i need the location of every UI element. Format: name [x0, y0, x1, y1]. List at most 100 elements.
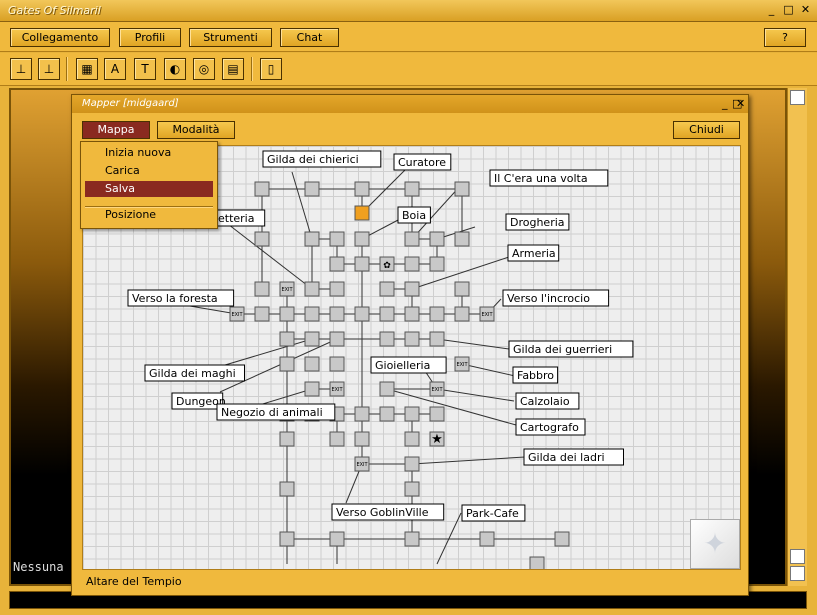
map-room[interactable] — [354, 181, 370, 197]
map-room[interactable] — [479, 531, 495, 547]
map-room[interactable] — [554, 531, 570, 547]
map-connection — [436, 388, 515, 402]
map-room[interactable] — [404, 431, 420, 447]
map-room[interactable] — [379, 306, 395, 322]
strumenti-button[interactable]: Strumenti — [189, 28, 272, 47]
map-room[interactable] — [279, 356, 295, 372]
app-titlebar: Gates Of Silmaril _ □ ✕ — [0, 0, 817, 22]
menu-item-carica[interactable]: Carica — [85, 163, 213, 179]
map-room[interactable] — [404, 456, 420, 472]
map-room[interactable] — [379, 406, 395, 422]
map-room[interactable] — [354, 256, 370, 272]
map-room[interactable] — [354, 231, 370, 247]
help-button[interactable]: ? — [764, 28, 806, 47]
map-room[interactable] — [454, 306, 470, 322]
map-room[interactable] — [404, 181, 420, 197]
minimize-icon[interactable]: _ — [764, 3, 779, 18]
map-room[interactable] — [529, 556, 545, 570]
map-room[interactable] — [254, 231, 270, 247]
exit-marker: EXIT — [456, 362, 468, 368]
chat-button[interactable]: Chat — [280, 28, 339, 47]
map-room[interactable] — [404, 331, 420, 347]
collegamento-button[interactable]: Collegamento — [10, 28, 110, 47]
map-room[interactable] — [429, 256, 445, 272]
map-room[interactable] — [304, 181, 320, 197]
map-room[interactable] — [404, 281, 420, 297]
map-label-text: Park-Cafe — [466, 507, 519, 520]
map-label: etteria — [213, 209, 266, 227]
map-label-text: Negozio di animali — [221, 406, 323, 419]
map-room[interactable] — [429, 331, 445, 347]
connect-icon[interactable]: ⊥ — [10, 58, 32, 80]
map-room[interactable] — [304, 356, 320, 372]
map-room[interactable] — [354, 406, 370, 422]
output-scrollbar[interactable] — [787, 88, 807, 586]
map-room[interactable] — [454, 231, 470, 247]
map-room[interactable] — [329, 256, 345, 272]
map-room[interactable] — [404, 406, 420, 422]
settings-icon[interactable]: ◐ — [164, 58, 186, 80]
aliases-icon[interactable]: A — [104, 58, 126, 80]
map-room[interactable] — [304, 331, 320, 347]
scroll-down-button[interactable] — [790, 566, 805, 581]
map-room[interactable] — [354, 306, 370, 322]
map-room[interactable] — [354, 431, 370, 447]
map-room[interactable] — [329, 281, 345, 297]
map-room[interactable] — [404, 481, 420, 497]
map-room[interactable] — [404, 306, 420, 322]
modalita-menu-button[interactable]: Modalità — [157, 121, 235, 139]
map-room[interactable] — [279, 531, 295, 547]
map-room[interactable] — [329, 356, 345, 372]
mappa-menu-button[interactable]: Mappa — [82, 121, 150, 139]
map-label: Gilda dei maghi — [144, 364, 245, 382]
mapper-close-icon[interactable]: ✕ — [736, 97, 745, 110]
map-room[interactable] — [429, 231, 445, 247]
map-room[interactable] — [329, 431, 345, 447]
notes-icon[interactable]: ▤ — [222, 58, 244, 80]
triggers-icon[interactable]: T — [134, 58, 156, 80]
map-room[interactable] — [404, 256, 420, 272]
map-room[interactable] — [329, 331, 345, 347]
map-icon[interactable]: ▦ — [76, 58, 98, 80]
map-room[interactable] — [279, 431, 295, 447]
menu-item-salva[interactable]: Salva — [85, 181, 213, 197]
profili-button[interactable]: Profili — [119, 28, 181, 47]
menu-item-posizione[interactable]: Posizione — [85, 207, 213, 223]
map-room[interactable] — [379, 331, 395, 347]
map-room[interactable] — [279, 331, 295, 347]
menu-item-inizia-nuova[interactable]: Inizia nuova — [85, 145, 213, 161]
maximize-icon[interactable]: □ — [781, 3, 796, 18]
current-room[interactable] — [354, 205, 370, 221]
map-room[interactable] — [254, 181, 270, 197]
map-room[interactable] — [254, 281, 270, 297]
map-room[interactable] — [279, 481, 295, 497]
map-room[interactable] — [454, 181, 470, 197]
map-room[interactable] — [404, 231, 420, 247]
map-room[interactable] — [304, 231, 320, 247]
disconnect-icon[interactable]: ⊥ — [38, 58, 60, 80]
map-room[interactable] — [304, 381, 320, 397]
map-room[interactable] — [329, 306, 345, 322]
map-room[interactable] — [454, 281, 470, 297]
map-room[interactable] — [329, 531, 345, 547]
menubar: Collegamento Profili Strumenti Chat ? — [0, 22, 817, 52]
map-room[interactable] — [379, 381, 395, 397]
color-icon[interactable]: ◎ — [193, 58, 215, 80]
map-room[interactable] — [429, 406, 445, 422]
chiudi-button[interactable]: Chiudi — [673, 121, 740, 139]
map-room[interactable] — [304, 306, 320, 322]
scroll-up-button[interactable] — [790, 90, 805, 105]
map-room[interactable] — [429, 306, 445, 322]
exit-marker: EXIT — [231, 312, 243, 318]
map-room[interactable] — [404, 531, 420, 547]
map-room[interactable] — [254, 306, 270, 322]
map-label: Armeria — [507, 244, 560, 262]
exit-icon[interactable]: ▯ — [260, 58, 282, 80]
map-room[interactable] — [379, 281, 395, 297]
map-room[interactable] — [304, 281, 320, 297]
map-room[interactable] — [329, 231, 345, 247]
mapper-minimize-icon[interactable]: _ — [722, 97, 728, 110]
scroll-thumb[interactable] — [790, 549, 805, 564]
map-room[interactable] — [279, 306, 295, 322]
close-icon[interactable]: ✕ — [798, 3, 813, 18]
